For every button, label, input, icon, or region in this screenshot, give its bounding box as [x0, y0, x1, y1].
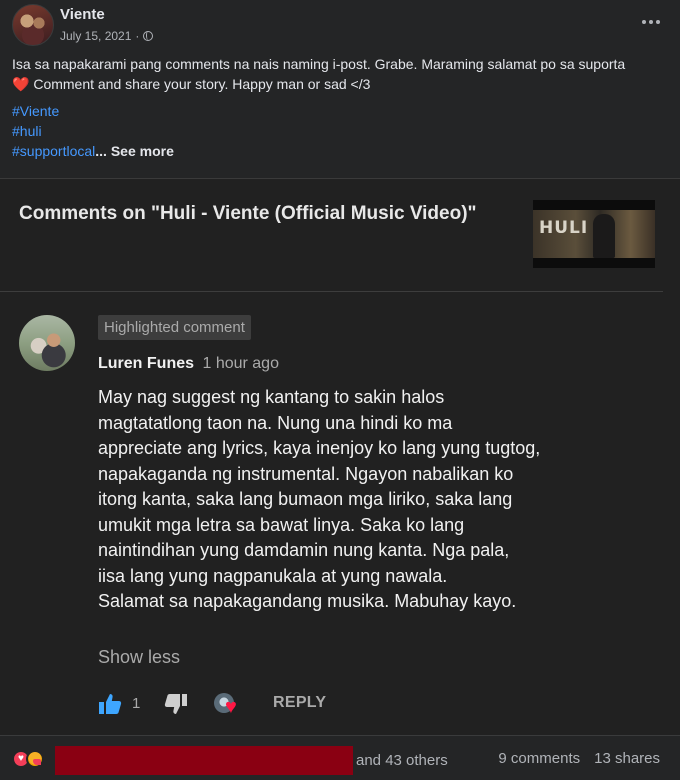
more-options-button[interactable]	[636, 10, 666, 34]
comment-time[interactable]: 1 hour ago	[202, 355, 279, 372]
comment-author[interactable]: Luren Funes	[98, 355, 194, 372]
thumbnail-text: HULI	[539, 218, 589, 238]
post-meta: July 15, 2021 ·	[60, 29, 154, 43]
reaction-icons[interactable]: ♥	[12, 750, 52, 768]
ellipsis: ...	[95, 143, 107, 159]
dot-icon	[656, 20, 660, 24]
facebook-post: Viente July 15, 2021 · Isa sa napakarami…	[0, 0, 680, 780]
thumbs-up-icon[interactable]	[98, 693, 122, 715]
page-avatar[interactable]	[12, 4, 54, 46]
comment-line: appreciate ang lyrics, kaya inenjoy ko l…	[98, 438, 541, 458]
comment-text: May nag suggest ng kantang to sakin halo…	[98, 385, 618, 615]
reply-button[interactable]: REPLY	[273, 694, 326, 712]
comment-actions: 1 ♥ REPLY	[98, 691, 498, 719]
thumbs-down-icon[interactable]	[164, 693, 188, 715]
comment-line: umukit mga letra sa bawat linya. Saka ko…	[98, 514, 465, 535]
post-body: Isa sa napakarami pang comments na nais …	[12, 54, 672, 94]
card-header: Comments on "Huli - Viente (Official Mus…	[0, 179, 680, 291]
video-thumbnail[interactable]: HULI	[533, 200, 655, 268]
card-title[interactable]: Comments on "Huli - Viente (Official Mus…	[19, 203, 477, 225]
engagement-counts: 9 comments 13 shares	[498, 750, 660, 767]
creator-heart: ♥	[214, 691, 248, 721]
hashtags: #Viente #huli #supportlocal... See more	[12, 101, 174, 161]
comment-line: naintindihan yung damdamin nung kanta. N…	[98, 540, 510, 560]
post-body-line: Isa sa napakarami pang comments na nais …	[12, 56, 626, 72]
post-body-line: ❤️ Comment and share your story. Happy m…	[12, 74, 672, 94]
hashtag-viente[interactable]: #Viente	[12, 101, 174, 121]
show-less-link[interactable]: Show less	[98, 647, 180, 668]
comment-line: Salamat sa napakagandang musika. Mabuhay…	[98, 591, 517, 611]
highlighted-comment-badge: Highlighted comment	[98, 315, 251, 340]
heart-emoji-icon: ❤️	[12, 76, 30, 92]
commenter-avatar[interactable]	[19, 315, 75, 371]
post-body-text: Comment and share your story. Happy man …	[33, 76, 371, 92]
comment-line: napakaganda ng instrumental. Ngayon naba…	[98, 463, 514, 484]
comment-line: magtatatlong taon na. Nung una hindi ko …	[98, 412, 453, 433]
comment-line: itong kanta, saka lang bumaon mga liriko…	[98, 489, 513, 509]
comment-line: May nag suggest ng kantang to sakin halo…	[98, 387, 445, 407]
thumbnail-figure	[593, 214, 615, 258]
shared-youtube-comment-card[interactable]: Comments on "Huli - Viente (Official Mus…	[0, 178, 680, 736]
meta-separator: ·	[135, 29, 140, 43]
see-more-link[interactable]: See more	[111, 143, 174, 159]
like-count: 1	[132, 695, 141, 712]
globe-icon	[143, 31, 154, 41]
care-reaction-icon	[26, 750, 44, 768]
shares-count[interactable]: 13 shares	[594, 750, 660, 767]
redacted-names	[55, 746, 353, 775]
heart-icon: ♥	[225, 696, 237, 718]
divider	[0, 291, 663, 292]
hashtag-huli[interactable]: #huli	[12, 121, 174, 141]
post-footer: ♥ and 43 others 9 comments 13 shares	[0, 735, 680, 780]
hashtag-line: #supportlocal... See more	[12, 141, 174, 161]
dot-icon	[642, 20, 646, 24]
comment-author-line: Luren Funes 1 hour ago	[98, 355, 279, 373]
page-name[interactable]: Viente	[60, 6, 105, 23]
hashtag-supportlocal[interactable]: #supportlocal	[12, 143, 95, 159]
post-date[interactable]: July 15, 2021	[60, 29, 131, 43]
dot-icon	[649, 20, 653, 24]
comment-line: iisa lang yung nagpanukala at yung nawal…	[98, 565, 448, 586]
comments-count[interactable]: 9 comments	[498, 750, 580, 767]
reactors-count[interactable]: and 43 others	[356, 752, 448, 769]
